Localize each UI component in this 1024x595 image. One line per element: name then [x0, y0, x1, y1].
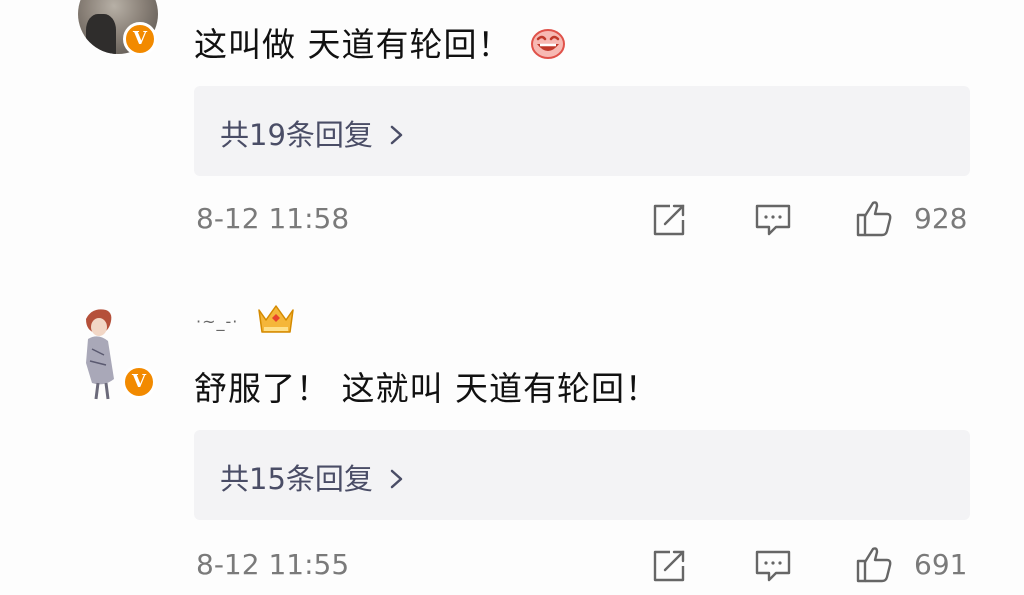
comment-feed: V 这叫做 天道有轮回！ 共19条回复 8-12 11:58 928 V ·~_…: [0, 0, 1024, 595]
comment-icon[interactable]: [754, 548, 792, 584]
comment-icon[interactable]: [754, 202, 792, 238]
comment-footer: 8-12 11:58 928: [0, 196, 1024, 246]
comment-text: 这叫做 天道有轮回！: [194, 18, 566, 66]
verified-badge-icon: V: [122, 365, 156, 399]
replies-count-label: 共15条回复: [220, 462, 373, 496]
like-count: 691: [914, 548, 968, 581]
user-avatar[interactable]: V: [78, 0, 160, 56]
comment-item: V ·~_-· 舒服了！ 这就叫 天道有轮回！ 共15条回复 8-12 11:5…: [0, 270, 1024, 595]
comment-body: 这叫做 天道有轮回！: [194, 25, 512, 64]
share-icon[interactable]: [650, 548, 688, 584]
thumbs-up-icon[interactable]: [854, 544, 894, 584]
chevron-right-icon: [390, 125, 403, 145]
crown-icon: [258, 305, 294, 333]
replies-container: 共19条回复: [194, 86, 970, 176]
comment-text: 舒服了！ 这就叫 天道有轮回！: [194, 362, 659, 410]
comment-body: 舒服了！ 这就叫 天道有轮回！: [194, 369, 659, 408]
replies-container: 共15条回复: [194, 430, 970, 520]
chevron-right-icon: [390, 469, 403, 489]
like-count: 928: [914, 202, 968, 235]
laughing-face-icon: [530, 29, 565, 59]
user-avatar[interactable]: V: [78, 305, 160, 405]
view-replies-link[interactable]: 共15条回复: [220, 456, 407, 498]
timestamp: 8-12 11:55: [196, 548, 350, 581]
share-icon[interactable]: [650, 202, 688, 238]
timestamp: 8-12 11:58: [196, 202, 350, 235]
username[interactable]: ·~_-·: [196, 312, 238, 331]
avatar-illustration: [86, 309, 114, 400]
comment-item: V 这叫做 天道有轮回！ 共19条回复 8-12 11:58 928: [0, 0, 1024, 265]
replies-count-label: 共19条回复: [220, 118, 373, 152]
verified-badge-icon: V: [123, 22, 157, 56]
view-replies-link[interactable]: 共19条回复: [220, 112, 407, 154]
comment-footer: 8-12 11:55 691: [0, 542, 1024, 592]
thumbs-up-icon[interactable]: [854, 198, 894, 238]
